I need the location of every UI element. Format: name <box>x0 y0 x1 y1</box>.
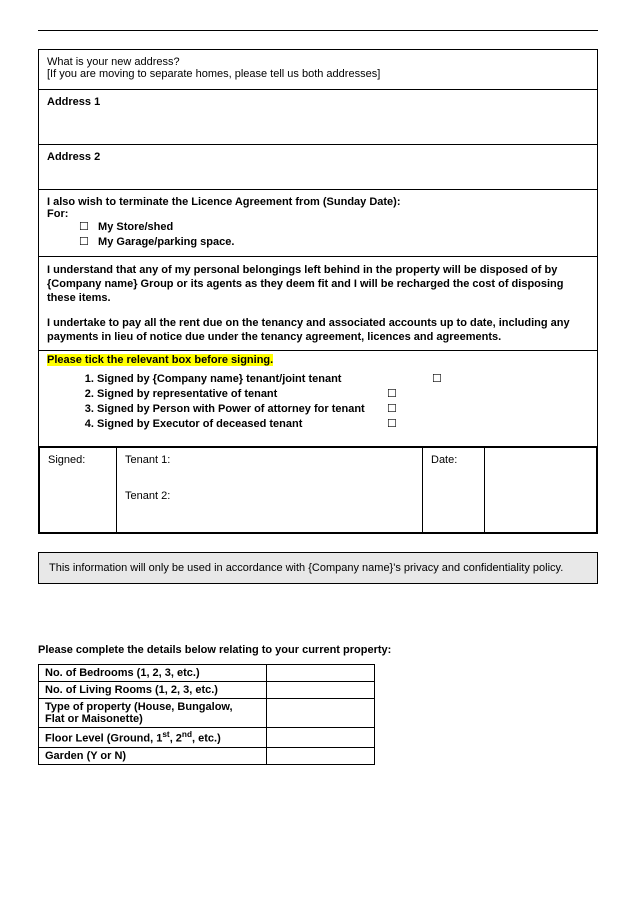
property-type-line1: Type of property (House, Bungalow, <box>45 701 233 713</box>
floor-level-label: Floor Level (Ground, 1st, 2nd, etc.) <box>39 728 267 748</box>
signature-section: Signed: Tenant 1: Tenant 2: Date: <box>39 447 597 533</box>
tick-heading: Please tick the relevant box before sign… <box>47 354 273 366</box>
licence-option-garage: ☐ My Garage/parking space. <box>79 235 589 250</box>
table-row: Garden (Y or N) <box>39 748 375 765</box>
floor-pre: Floor Level (Ground, 1 <box>45 733 162 745</box>
address-2-label: Address 2 <box>47 151 100 163</box>
licence-opt2-label: My Garage/parking space. <box>98 236 234 248</box>
privacy-notice: This information will only be used in ac… <box>38 552 598 585</box>
address-2-field[interactable]: Address 2 <box>39 145 597 190</box>
date-label-cell: Date: <box>423 447 485 532</box>
property-section-heading: Please complete the details below relati… <box>38 644 598 656</box>
property-type-line2: Flat or Maisonette) <box>45 713 143 725</box>
garden-field[interactable] <box>267 748 375 765</box>
signed-label-cell: Signed: <box>40 447 117 532</box>
disposal-paragraph: I understand that any of my personal bel… <box>47 263 589 306</box>
new-address-question: What is your new address? [If you are mo… <box>39 50 597 90</box>
living-rooms-label: No. of Living Rooms (1, 2, 3, etc.) <box>39 682 267 699</box>
sign-option-2: Signed by representative of tenant ☐ <box>97 387 589 402</box>
garden-label: Garden (Y or N) <box>39 748 267 765</box>
date-value-cell[interactable] <box>485 447 597 532</box>
privacy-text: This information will only be used in ac… <box>49 562 563 574</box>
property-type-label: Type of property (House, Bungalow, Flat … <box>39 699 267 728</box>
sign-opt3-label: Signed by Person with Power of attorney … <box>97 403 365 415</box>
sign-opt1-label: Signed by {Company name} tenant/joint te… <box>97 373 341 385</box>
checkbox-icon[interactable]: ☐ <box>432 372 442 387</box>
checkbox-icon[interactable]: ☐ <box>387 402 397 417</box>
question-line1: What is your new address? <box>47 56 589 68</box>
floor-mid: , 2 <box>170 733 182 745</box>
licence-option-store: ☐ My Store/shed <box>79 220 589 235</box>
property-details-table: No. of Bedrooms (1, 2, 3, etc.) No. of L… <box>38 664 375 765</box>
checkbox-icon[interactable]: ☐ <box>79 221 89 233</box>
signature-table: Signed: Tenant 1: Tenant 2: Date: <box>39 447 597 533</box>
address-1-label: Address 1 <box>47 96 100 108</box>
main-form-box: What is your new address? [If you are mo… <box>38 49 598 534</box>
table-row: Floor Level (Ground, 1st, 2nd, etc.) <box>39 728 375 748</box>
sign-option-4: Signed by Executor of deceased tenant ☐ <box>97 417 589 432</box>
document-page: What is your new address? [If you are mo… <box>0 0 636 900</box>
terms-section: I understand that any of my personal bel… <box>39 257 597 351</box>
property-type-field[interactable] <box>267 699 375 728</box>
checkbox-icon[interactable]: ☐ <box>387 387 397 402</box>
bedrooms-label: No. of Bedrooms (1, 2, 3, etc.) <box>39 665 267 682</box>
checkbox-icon[interactable]: ☐ <box>79 236 89 248</box>
sign-option-1: Signed by {Company name} tenant/joint te… <box>97 372 589 387</box>
licence-termination-section: I also wish to terminate the Licence Agr… <box>39 190 597 257</box>
question-line2: [If you are moving to separate homes, pl… <box>47 68 589 80</box>
address-1-field[interactable]: Address 1 <box>39 90 597 145</box>
tenant2-label: Tenant 2: <box>125 490 414 502</box>
sign-opt4-label: Signed by Executor of deceased tenant <box>97 418 302 430</box>
rent-paragraph: I undertake to pay all the rent due on t… <box>47 316 589 345</box>
top-rule <box>38 30 598 31</box>
licence-heading: I also wish to terminate the Licence Agr… <box>47 196 589 208</box>
tenant1-label: Tenant 1: <box>125 454 414 466</box>
property-heading-text: Please complete the details below relati… <box>38 644 388 656</box>
table-row: Type of property (House, Bungalow, Flat … <box>39 699 375 728</box>
licence-for-label: For: <box>47 208 589 220</box>
living-rooms-field[interactable] <box>267 682 375 699</box>
signing-options-section: Please tick the relevant box before sign… <box>39 351 597 446</box>
sign-option-3: Signed by Person with Power of attorney … <box>97 402 589 417</box>
table-row: No. of Living Rooms (1, 2, 3, etc.) <box>39 682 375 699</box>
bedrooms-field[interactable] <box>267 665 375 682</box>
sign-opt2-label: Signed by representative of tenant <box>97 388 277 400</box>
floor-post: , etc.) <box>192 733 221 745</box>
licence-opt1-label: My Store/shed <box>98 221 173 233</box>
table-row: No. of Bedrooms (1, 2, 3, etc.) <box>39 665 375 682</box>
tenant-signature-cell[interactable]: Tenant 1: Tenant 2: <box>117 447 423 532</box>
checkbox-icon[interactable]: ☐ <box>387 417 397 432</box>
floor-level-field[interactable] <box>267 728 375 748</box>
